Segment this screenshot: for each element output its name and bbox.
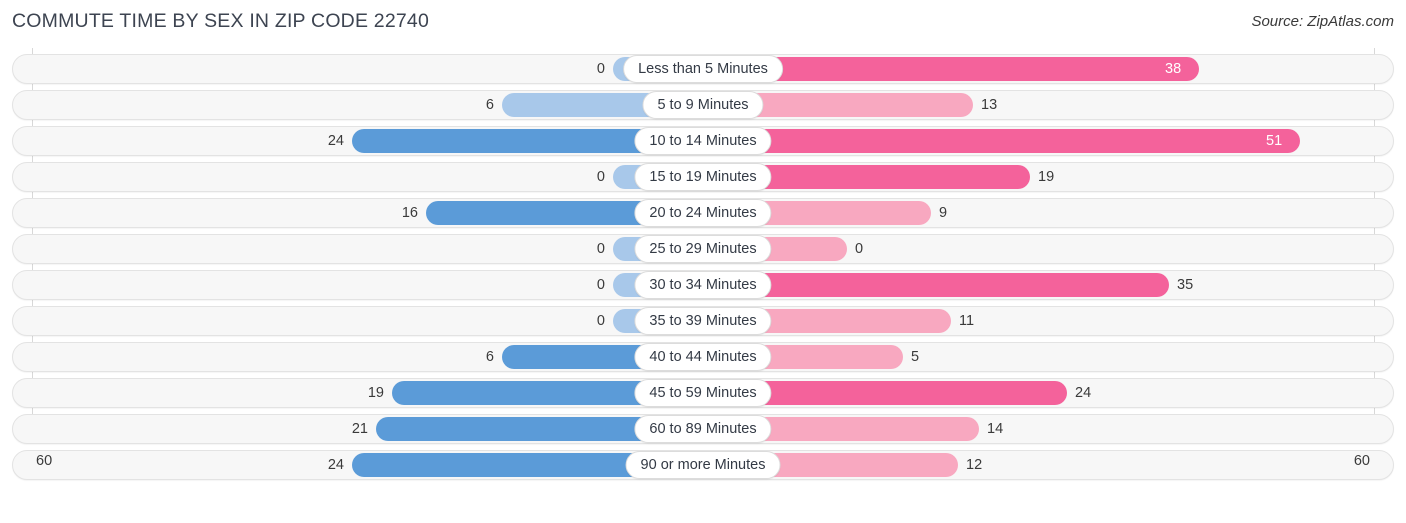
female-value-label: 11 [959,313,975,329]
female-value-label: 35 [1177,277,1194,293]
male-value-label: 0 [596,313,605,329]
table-row[interactable]: 19 24 45 to 59 Minutes [12,378,1394,408]
category-label: 35 to 39 Minutes [634,307,772,335]
male-value-label: 0 [596,241,605,257]
female-value-label: 38 [1165,61,1182,77]
category-label: 20 to 24 Minutes [634,199,772,227]
category-label: Less than 5 Minutes [623,55,783,83]
category-label: 90 or more Minutes [625,451,781,479]
female-value-label: 51 [1266,133,1283,149]
female-value-label: 14 [987,421,1004,437]
source-attribution: Source: ZipAtlas.com [1251,13,1394,30]
male-value-label: 0 [596,61,605,77]
male-value-label: 0 [596,169,605,185]
female-bar[interactable] [703,129,1300,153]
table-row[interactable]: 0 11 35 to 39 Minutes [12,306,1394,336]
female-value-label: 5 [911,349,920,365]
female-bar[interactable] [703,273,1169,297]
page-title: COMMUTE TIME BY SEX IN ZIP CODE 22740 [12,10,430,32]
table-row[interactable]: 24 51 10 to 14 Minutes [12,126,1394,156]
table-row[interactable]: 6 13 5 to 9 Minutes [12,90,1394,120]
male-value-label: 6 [485,349,494,365]
female-value-label: 19 [1038,169,1055,185]
chart-plot-area: 0 38 Less than 5 Minutes 6 13 5 to 9 Minutes 2… [0,48,1406,485]
table-row[interactable]: 0 19 15 to 19 Minutes [12,162,1394,192]
table-row[interactable]: 16 9 20 to 24 Minutes [12,198,1394,228]
male-value-label: 16 [401,205,418,221]
female-value-label: 0 [855,241,864,257]
table-row[interactable]: 6 5 40 to 44 Minutes [12,342,1394,372]
category-label: 5 to 9 Minutes [642,91,764,119]
table-row[interactable]: 0 35 30 to 34 Minutes [12,270,1394,300]
category-label: 25 to 29 Minutes [634,235,772,263]
male-value-label: 21 [351,421,368,437]
female-value-label: 24 [1075,385,1092,401]
chart-page: COMMUTE TIME BY SEX IN ZIP CODE 22740 So… [0,0,1406,523]
male-value-label: 0 [596,277,605,293]
category-label: 40 to 44 Minutes [634,343,772,371]
table-row[interactable]: 0 38 Less than 5 Minutes [12,54,1394,84]
category-label: 15 to 19 Minutes [634,163,772,191]
male-value-label: 19 [367,385,384,401]
table-row[interactable]: 21 14 60 to 89 Minutes [12,414,1394,444]
category-label: 45 to 59 Minutes [634,379,772,407]
male-value-label: 6 [485,97,494,113]
table-row[interactable]: 0 0 25 to 29 Minutes [12,234,1394,264]
category-label: 60 to 89 Minutes [634,415,772,443]
category-label: 10 to 14 Minutes [634,127,772,155]
female-value-label: 13 [981,97,998,113]
category-label: 30 to 34 Minutes [634,271,772,299]
female-value-label: 9 [939,205,948,221]
male-value-label: 24 [327,133,344,149]
